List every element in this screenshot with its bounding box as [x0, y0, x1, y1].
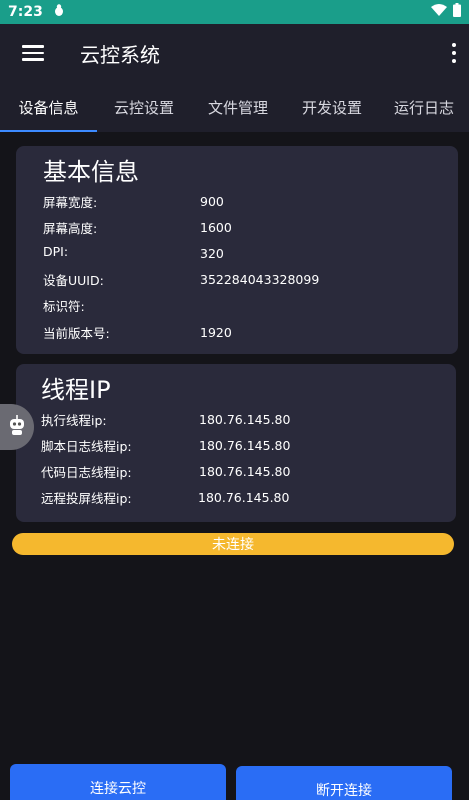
thread-ip-title: 线程IP: [41, 376, 111, 404]
screen-height-value: 1600: [200, 220, 232, 235]
identifier-label: 标识符:: [43, 299, 85, 314]
exec-thread-ip-value: 180.76.145.80: [199, 412, 291, 427]
robot-icon: [7, 414, 27, 440]
version-label: 当前版本号:: [43, 326, 110, 341]
tab-file-management[interactable]: 文件管理: [191, 82, 285, 132]
debug-icon: [53, 3, 65, 21]
device-uuid-label: 设备UUID:: [43, 273, 104, 288]
dpi-value: 320: [200, 246, 224, 261]
screen-width-label: 屏幕宽度:: [43, 195, 98, 210]
status-time: 7:23: [8, 4, 43, 20]
screen-height-label: 屏幕高度:: [43, 221, 98, 236]
device-uuid-value: 352284043328099: [200, 272, 320, 287]
menu-icon[interactable]: [22, 45, 44, 61]
app-title: 云控系统: [80, 42, 160, 67]
script-log-thread-ip-value: 180.76.145.80: [199, 438, 291, 453]
more-options-icon[interactable]: [451, 43, 457, 63]
app-bar: 云控系统: [0, 24, 469, 82]
status-bar: 7:23: [0, 0, 469, 24]
code-log-thread-ip-label: 代码日志线程ip:: [41, 465, 132, 480]
battery-icon: [453, 3, 461, 21]
tab-device-info[interactable]: 设备信息: [0, 82, 97, 132]
screen-width-value: 900: [200, 194, 224, 209]
wifi-icon: [431, 4, 447, 20]
disconnect-button[interactable]: 断开连接: [236, 766, 452, 800]
screen-cast-thread-ip-value: 180.76.145.80: [198, 490, 290, 505]
script-log-thread-ip-label: 脚本日志线程ip:: [41, 439, 132, 454]
connection-status-badge: 未连接: [12, 533, 454, 555]
basic-info-card: 基本信息 屏幕宽度: 900 屏幕高度: 1600 DPI: 320 设备UUI…: [16, 146, 458, 354]
dpi-label: DPI:: [43, 244, 69, 259]
version-value: 1920: [200, 325, 232, 340]
thread-ip-card: 线程IP 执行线程ip: 180.76.145.80 脚本日志线程ip: 180…: [16, 364, 456, 522]
exec-thread-ip-label: 执行线程ip:: [41, 413, 107, 428]
tab-run-log[interactable]: 运行日志: [379, 82, 469, 132]
tab-cloud-settings[interactable]: 云控设置: [97, 82, 191, 132]
connect-cloud-button[interactable]: 连接云控: [10, 764, 226, 800]
tab-dev-settings[interactable]: 开发设置: [285, 82, 379, 132]
tab-bar: 设备信息 云控设置 文件管理 开发设置 运行日志: [0, 82, 469, 132]
basic-info-title: 基本信息: [43, 158, 139, 186]
code-log-thread-ip-value: 180.76.145.80: [199, 464, 291, 479]
screen-cast-thread-ip-label: 远程投屏线程ip:: [41, 491, 132, 506]
